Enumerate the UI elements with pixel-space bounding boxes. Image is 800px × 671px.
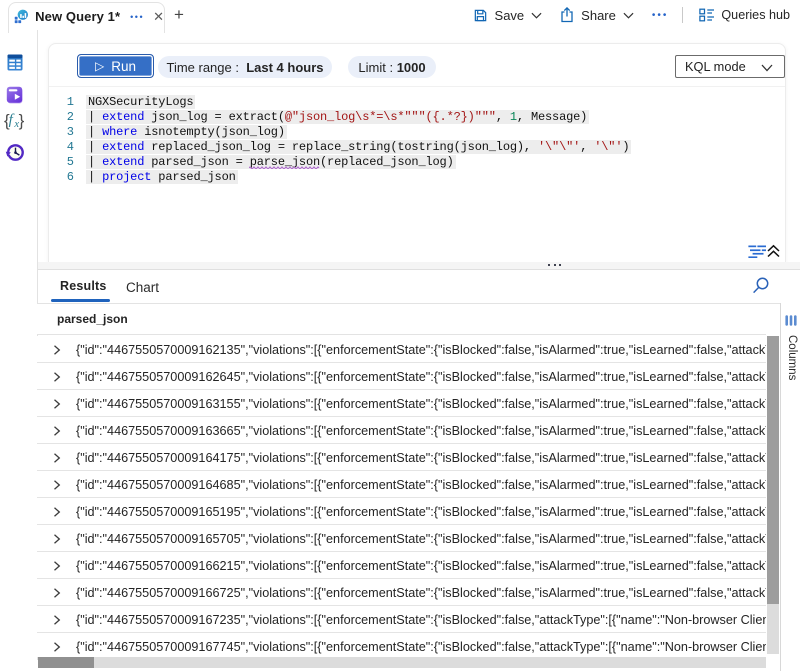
svg-text:}: } (19, 111, 25, 130)
svg-text:x: x (13, 119, 19, 130)
